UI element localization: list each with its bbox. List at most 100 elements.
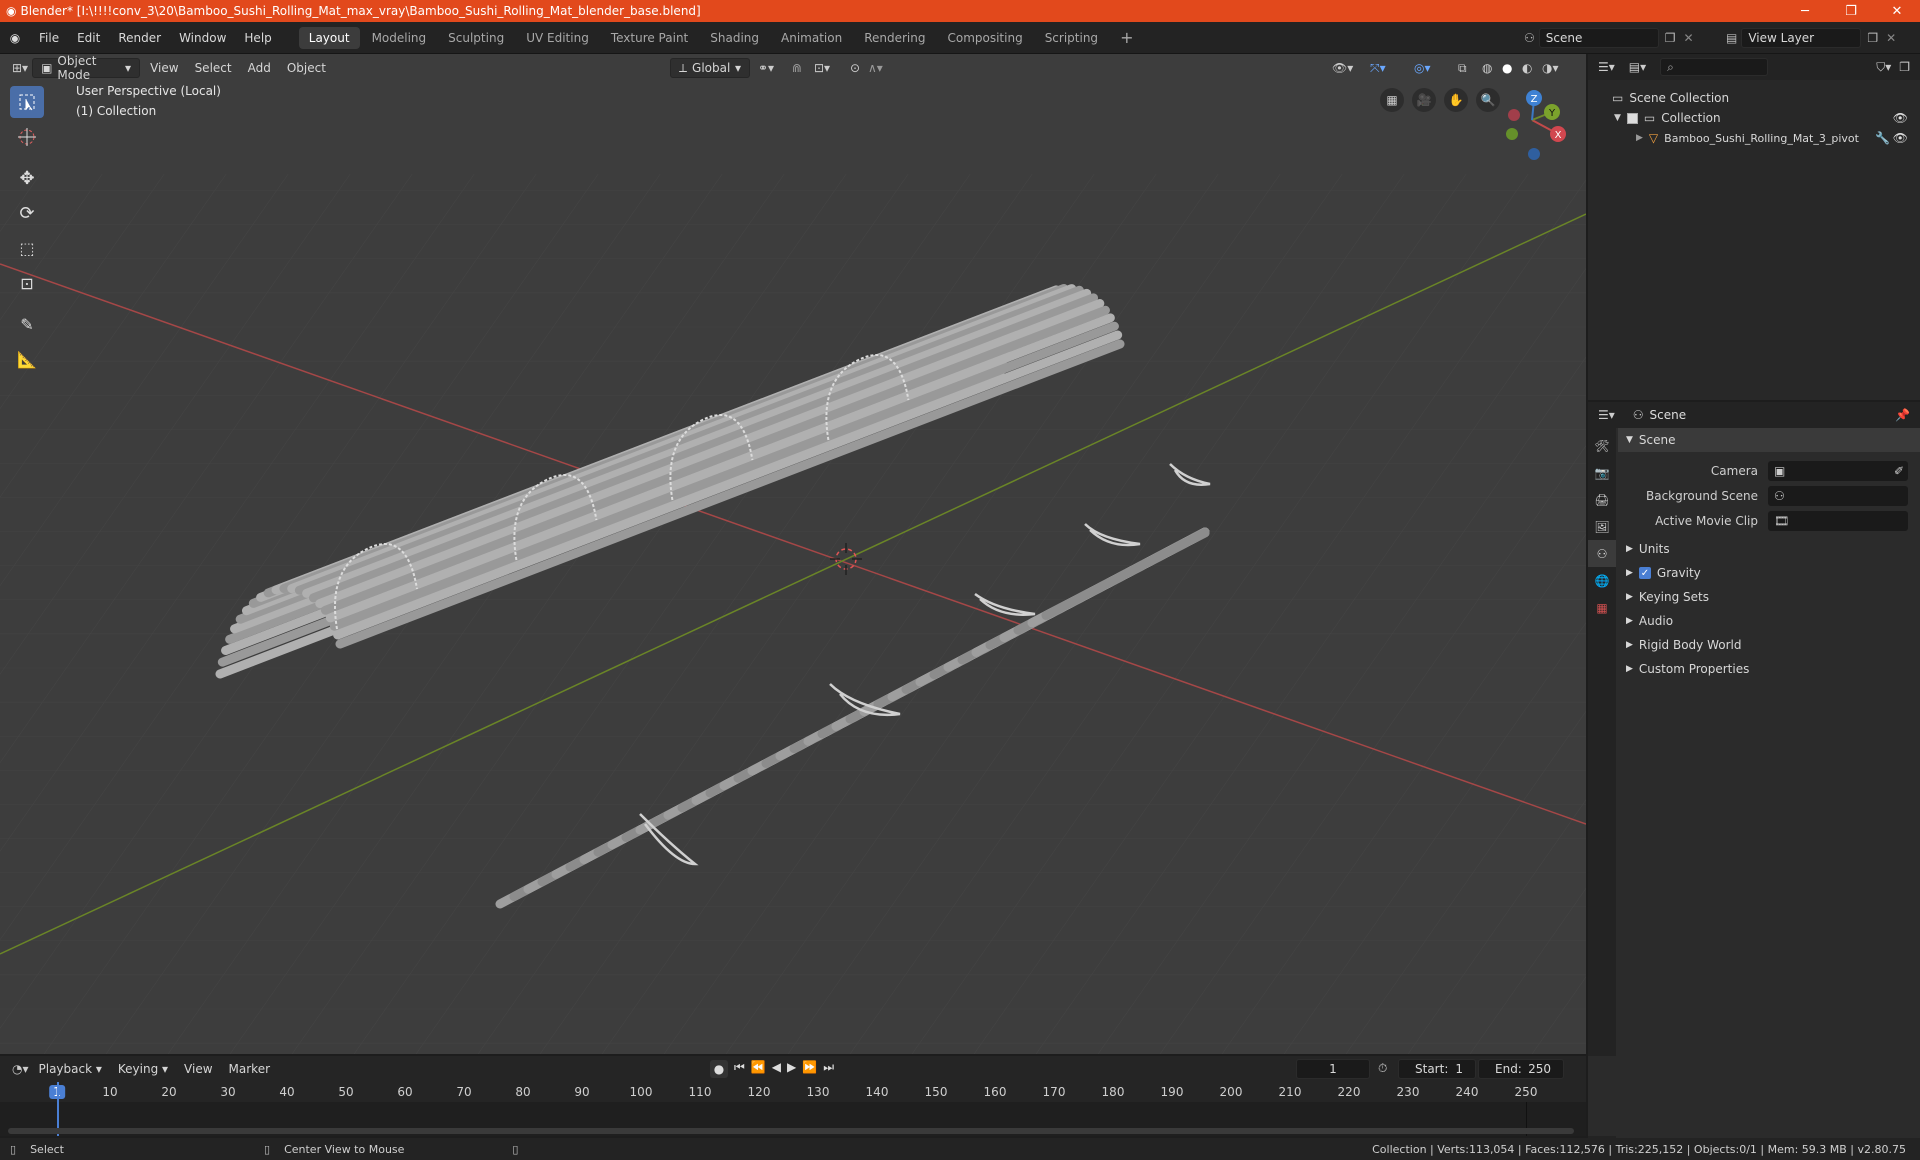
menu-keying[interactable]: Keying ▾ [112,1059,174,1079]
editor-type-icon[interactable]: ⊞▾ [12,61,28,75]
timeline-scrollbar[interactable] [8,1128,1574,1134]
add-workspace-button[interactable]: + [1110,27,1143,49]
visibility-eye-icon[interactable]: 👁 [1893,111,1908,125]
view-layer-tab-icon[interactable]: 🖼 [1588,513,1616,540]
editor-type-icon[interactable]: ◔▾ [12,1062,29,1076]
material-shading-icon[interactable]: ◐ [1522,61,1532,75]
filter-icon[interactable]: ⛉▾ [1876,60,1891,75]
custom-properties-subpanel[interactable]: ▶ Custom Properties [1618,657,1920,681]
eyedropper-icon[interactable]: ✐ [1894,464,1904,478]
tree-row-collection[interactable]: ▼ ▭ Collection 👁 [1588,108,1920,128]
3d-viewport[interactable]: X Y Z ⊞▾ ▣ Object Mode ▾ View Select Add… [0,54,1586,1054]
blender-menu-icon[interactable]: ◉ [0,31,30,45]
tree-row-scene-collection[interactable]: ▭ Scene Collection [1588,88,1920,108]
camera-field[interactable]: ▣ ✐ [1768,460,1908,481]
delete-scene-icon[interactable]: ✕ [1684,31,1694,45]
tree-row-object[interactable]: ▶ ▽ Bamboo_Sushi_Rolling_Mat_3_pivot 🔧 👁 [1588,128,1920,148]
scale-tool-icon[interactable]: ⬚ [10,232,44,264]
texture-tab-icon[interactable]: ▦ [1588,594,1616,621]
tab-uv-editing[interactable]: UV Editing [516,27,599,49]
close-button[interactable]: ✕ [1874,0,1920,22]
transform-tool-icon[interactable]: ⊡ [10,267,44,299]
camera-view-icon[interactable]: 🎥 [1412,88,1436,112]
pivot-icon[interactable]: ⚭▾ [758,61,774,75]
menu-add[interactable]: Add [242,58,277,78]
timeline-ruler[interactable]: 1102030405060708090100110120130140150160… [0,1082,1586,1102]
minimize-button[interactable]: ─ [1782,0,1828,22]
rotate-tool-icon[interactable]: ⟳ [10,197,44,229]
current-frame-field[interactable]: 1 [1296,1059,1370,1079]
jump-start-icon[interactable]: ⏮ [734,1060,745,1078]
menu-view[interactable]: View [144,58,184,78]
cursor-tool-icon[interactable] [10,121,44,153]
tool-tab-icon[interactable]: 🛠 [1588,432,1616,459]
tab-compositing[interactable]: Compositing [937,27,1032,49]
snap-target-icon[interactable]: ⊡▾ [814,61,830,75]
record-button[interactable]: ● [710,1060,728,1078]
editor-type-icon[interactable]: ☰▾ [1598,408,1615,422]
gravity-subpanel[interactable]: ▶ ✓ Gravity [1618,561,1920,585]
keying-sets-subpanel[interactable]: ▶ Keying Sets [1618,585,1920,609]
tab-animation[interactable]: Animation [771,27,852,49]
solid-shading-icon[interactable]: ● [1502,61,1512,75]
expand-arrow-icon[interactable]: ▶ [1636,133,1643,143]
mode-selector[interactable]: ▣ Object Mode ▾ [32,54,141,82]
new-view-layer-icon[interactable]: ❐ [1867,31,1878,45]
start-frame-field[interactable]: Start: 1 [1398,1059,1476,1079]
output-tab-icon[interactable]: 🖨 [1588,486,1616,513]
menu-select[interactable]: Select [189,58,238,78]
wireframe-shading-icon[interactable]: ◍ [1482,61,1492,75]
proportional-edit-icon[interactable]: ⊙ [850,61,860,75]
menu-edit[interactable]: Edit [68,22,109,54]
timeline-track[interactable] [0,1082,1586,1136]
menu-file[interactable]: File [30,22,68,54]
gizmo-toggle-icon[interactable]: ⤧▾ [1370,61,1386,76]
tab-rendering[interactable]: Rendering [854,27,935,49]
prev-keyframe-icon[interactable]: ⏪ [751,1060,766,1078]
editor-type-icon[interactable]: ☰▾ [1598,60,1615,74]
visibility-icon[interactable]: 👁▾ [1332,61,1353,75]
new-scene-icon[interactable]: ❐ [1665,31,1676,45]
tab-scripting[interactable]: Scripting [1035,27,1108,49]
menu-render[interactable]: Render [109,22,170,54]
next-keyframe-icon[interactable]: ⏩ [802,1060,817,1078]
include-checkbox[interactable] [1626,112,1638,124]
rendered-shading-icon[interactable]: ◑▾ [1542,61,1559,75]
delete-view-layer-icon[interactable]: ✕ [1886,31,1896,45]
end-frame-field[interactable]: End: 250 [1478,1059,1564,1079]
menu-view[interactable]: View [178,1059,218,1079]
tab-layout[interactable]: Layout [298,26,360,49]
measure-tool-icon[interactable]: 📐 [10,343,44,375]
snap-icon[interactable]: ⋒ [792,61,802,75]
expand-arrow-icon[interactable]: ▼ [1614,113,1621,123]
menu-marker[interactable]: Marker [223,1059,276,1079]
rigid-body-world-subpanel[interactable]: ▶ Rigid Body World [1618,633,1920,657]
zoom-icon[interactable]: 🔍 [1476,88,1500,112]
visibility-eye-icon[interactable]: 👁 [1893,131,1908,145]
gravity-checkbox[interactable]: ✓ [1638,567,1651,579]
pan-hand-icon[interactable]: ✋ [1444,88,1468,112]
scene-section-header[interactable]: ▼ Scene [1618,428,1920,452]
menu-help[interactable]: Help [235,22,280,54]
outliner-search-input[interactable]: ⌕ [1660,58,1769,76]
active-movie-clip-field[interactable]: 🎞 [1768,510,1908,531]
transform-orientation-selector[interactable]: ⟂ Global ▾ [670,58,750,78]
pin-icon[interactable]: 📌 [1895,408,1910,422]
scene-selector[interactable]: Scene [1538,28,1659,48]
xray-icon[interactable]: ⧉ [1458,61,1467,76]
overlay-toggle-icon[interactable]: ◎▾ [1414,61,1431,75]
menu-window[interactable]: Window [170,22,235,54]
move-tool-icon[interactable]: ✥ [10,162,44,194]
play-icon[interactable]: ▶ [787,1060,796,1078]
menu-object[interactable]: Object [281,58,332,78]
render-tab-icon[interactable]: 📷 [1588,459,1616,486]
world-tab-icon[interactable]: 🌐 [1588,567,1616,594]
view-layer-selector[interactable]: View Layer [1741,28,1862,48]
tab-sculpting[interactable]: Sculpting [438,27,514,49]
stopwatch-icon[interactable]: ⏱ [1378,1061,1387,1076]
scene-tab-icon[interactable]: ⚇ [1588,540,1616,567]
maximize-button[interactable]: ❐ [1828,0,1874,22]
background-scene-field[interactable]: ⚇ [1768,485,1908,506]
select-box-tool-icon[interactable] [10,86,44,118]
new-collection-icon[interactable]: ❐ [1899,60,1910,74]
